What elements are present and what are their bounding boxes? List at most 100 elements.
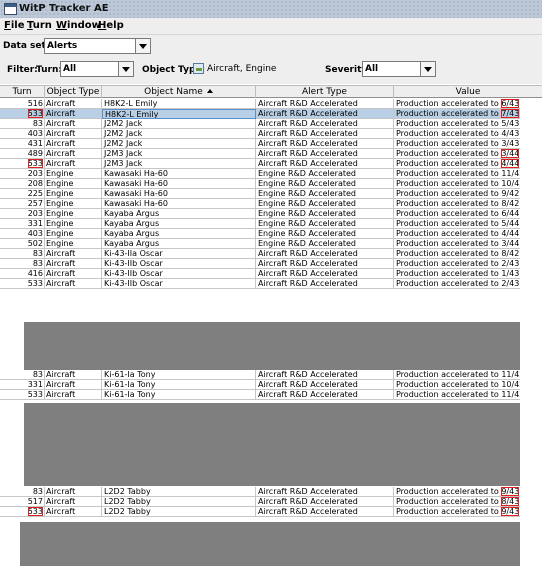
table-row[interactable]: 403 Engine Kayaba Argus Engine R&D Accelera…: [0, 229, 542, 239]
chevron-down-icon[interactable]: [135, 39, 150, 53]
table-row[interactable]: 533 Aircraft Ki-61-Ia Tony Aircraft R&D Acc…: [0, 390, 542, 400]
table-row[interactable]: 331 Engine Kayaba Argus Engine R&D Accelera…: [0, 219, 542, 229]
column-header-turn[interactable]: Turn: [0, 86, 45, 98]
cell-object-type: Aircraft: [45, 119, 102, 129]
table-row[interactable]: 517 Aircraft L2D2 Tabby Aircraft R&D Accele…: [0, 497, 542, 507]
table-row[interactable]: 225 Engine Kawasaki Ha-60 Engine R&D Accele…: [0, 189, 542, 199]
value-date: 6/44: [501, 209, 520, 218]
redacted-region: [24, 322, 520, 370]
table-row[interactable]: 516 Aircraft H8K2-L Emily Aircraft R&D Acce…: [0, 99, 542, 109]
cell-turn: 331: [0, 219, 45, 229]
cell-turn: 83: [0, 370, 45, 380]
cell-alert-type: Aircraft R&D Accelerated: [256, 109, 394, 119]
menu-file[interactable]: File: [4, 20, 24, 31]
table-row[interactable]: 533 Aircraft H8K2-L Emily Aircraft R&D Acce…: [0, 109, 542, 119]
table-row[interactable]: 83 Aircraft Ki-43-IIb Oscar Aircraft R&D Ac…: [0, 259, 542, 269]
window-title: WitP Tracker AE: [19, 3, 109, 14]
value-date: 8/42: [501, 199, 520, 208]
value-date: 5/43: [501, 119, 520, 128]
cell-object-name: Kayaba Argus: [102, 239, 256, 249]
column-header-value[interactable]: Value: [394, 86, 542, 98]
turn-value: 416: [27, 269, 43, 278]
cell-object-type: Engine: [45, 179, 102, 189]
filter-label: Filter:: [7, 65, 38, 75]
cell-object-type: Aircraft: [45, 507, 102, 517]
menu-window[interactable]: Window: [56, 20, 101, 31]
turn-value: 331: [27, 219, 43, 228]
value-prefix: Production accelerated to: [396, 497, 502, 506]
table-row[interactable]: 502 Engine Kayaba Argus Engine R&D Accelera…: [0, 239, 542, 249]
value-date: 4/43: [501, 129, 520, 138]
value-date: 3/43: [501, 139, 520, 148]
column-header-label: Turn: [12, 87, 32, 97]
table-row[interactable]: 208 Engine Kawasaki Ha-60 Engine R&D Accele…: [0, 179, 542, 189]
cell-alert-type: Engine R&D Accelerated: [256, 209, 394, 219]
cell-alert-type: Aircraft R&D Accelerated: [256, 279, 394, 289]
column-header-label: Alert Type: [302, 87, 347, 97]
table-row[interactable]: 403 Aircraft J2M2 Jack Aircraft R&D Acceler…: [0, 129, 542, 139]
cell-turn: 331: [0, 380, 45, 390]
menu-help[interactable]: Help: [98, 20, 124, 31]
cell-object-name: Kawasaki Ha-60: [102, 189, 256, 199]
column-header-object-name[interactable]: Object Name: [102, 86, 256, 98]
table-row[interactable]: 83 Aircraft J2M2 Jack Aircraft R&D Accelera…: [0, 119, 542, 129]
severity-combo[interactable]: All: [362, 61, 436, 77]
cell-object-name: J2M2 Jack: [102, 139, 256, 149]
table-row[interactable]: 331 Aircraft Ki-61-Ia Tony Aircraft R&D Acc…: [0, 380, 542, 390]
object-type-icon[interactable]: [193, 63, 204, 74]
table-row[interactable]: 83 Aircraft Ki-43-IIa Oscar Aircraft R&D Ac…: [0, 249, 542, 259]
column-header-object-type[interactable]: Object Type: [45, 86, 102, 98]
cell-object-name: Kayaba Argus: [102, 219, 256, 229]
turn-value: 203: [27, 169, 43, 178]
cell-object-type: Aircraft: [45, 370, 102, 380]
table-row[interactable]: 83 Aircraft Ki-61-Ia Tony Aircraft R&D Acce…: [0, 370, 542, 380]
turn-value: 203: [27, 209, 43, 218]
cell-object-type: Engine: [45, 169, 102, 179]
chevron-down-icon[interactable]: [118, 62, 133, 76]
turn-value: 225: [27, 189, 43, 198]
cell-turn: 403: [0, 229, 45, 239]
cell-alert-type: Engine R&D Accelerated: [256, 219, 394, 229]
cell-object-type: Aircraft: [45, 279, 102, 289]
value-prefix: Production accelerated to: [396, 109, 502, 118]
cell-turn: 208: [0, 179, 45, 189]
severity-value: All: [365, 64, 379, 74]
table-row[interactable]: 533 Aircraft Ki-43-IIb Oscar Aircraft R&D A…: [0, 279, 542, 289]
cell-object-name: Kawasaki Ha-60: [102, 169, 256, 179]
cell-object-name: Ki-43-IIb Oscar: [102, 269, 256, 279]
table-row[interactable]: 533 Aircraft L2D2 Tabby Aircraft R&D Accele…: [0, 507, 542, 517]
table-row[interactable]: 431 Aircraft J2M2 Jack Aircraft R&D Acceler…: [0, 139, 542, 149]
table-row[interactable]: 257 Engine Kawasaki Ha-60 Engine R&D Accele…: [0, 199, 542, 209]
table-row[interactable]: 203 Engine Kayaba Argus Engine R&D Accelera…: [0, 209, 542, 219]
table-row[interactable]: 203 Engine Kawasaki Ha-60 Engine R&D Accele…: [0, 169, 542, 179]
redacted-region: [24, 403, 520, 486]
turn-filter-combo[interactable]: All: [60, 61, 134, 77]
cell-alert-type: Engine R&D Accelerated: [256, 169, 394, 179]
turn-value: 83: [32, 370, 43, 379]
cell-object-name: J2M3 Jack: [102, 159, 256, 169]
table-row[interactable]: 416 Aircraft Ki-43-IIb Oscar Aircraft R&D A…: [0, 269, 542, 279]
cell-object-name: Kawasaki Ha-60: [102, 199, 256, 209]
chevron-down-icon[interactable]: [420, 62, 435, 76]
cell-object-type: Engine: [45, 219, 102, 229]
value-prefix: Production accelerated to: [396, 239, 502, 248]
menu-bar: File Turn Window Help: [0, 18, 542, 35]
object-type-value[interactable]: Aircraft, Engine: [207, 64, 276, 74]
table-row[interactable]: 533 Aircraft J2M3 Jack Aircraft R&D Acceler…: [0, 159, 542, 169]
cell-turn: 517: [0, 497, 45, 507]
turn-value: 533: [27, 109, 43, 118]
cell-turn: 416: [0, 269, 45, 279]
table-row[interactable]: 83 Aircraft L2D2 Tabby Aircraft R&D Acceler…: [0, 487, 542, 497]
table-row[interactable]: 489 Aircraft J2M3 Jack Aircraft R&D Acceler…: [0, 149, 542, 159]
column-header-alert-type[interactable]: Alert Type: [256, 86, 394, 98]
menu-turn[interactable]: Turn: [27, 20, 52, 31]
scrollbar-track[interactable]: [520, 98, 542, 566]
dataset-combo[interactable]: Alerts: [44, 38, 151, 54]
cell-alert-type: Engine R&D Accelerated: [256, 179, 394, 189]
cell-object-name: Kayaba Argus: [102, 229, 256, 239]
value-prefix: Production accelerated to: [396, 209, 502, 218]
cell-object-name: Kayaba Argus: [102, 209, 256, 219]
cell-object-name: H8K2-L Emily: [102, 109, 256, 119]
cell-alert-type: Engine R&D Accelerated: [256, 189, 394, 199]
value-prefix: Production accelerated to: [396, 119, 502, 128]
